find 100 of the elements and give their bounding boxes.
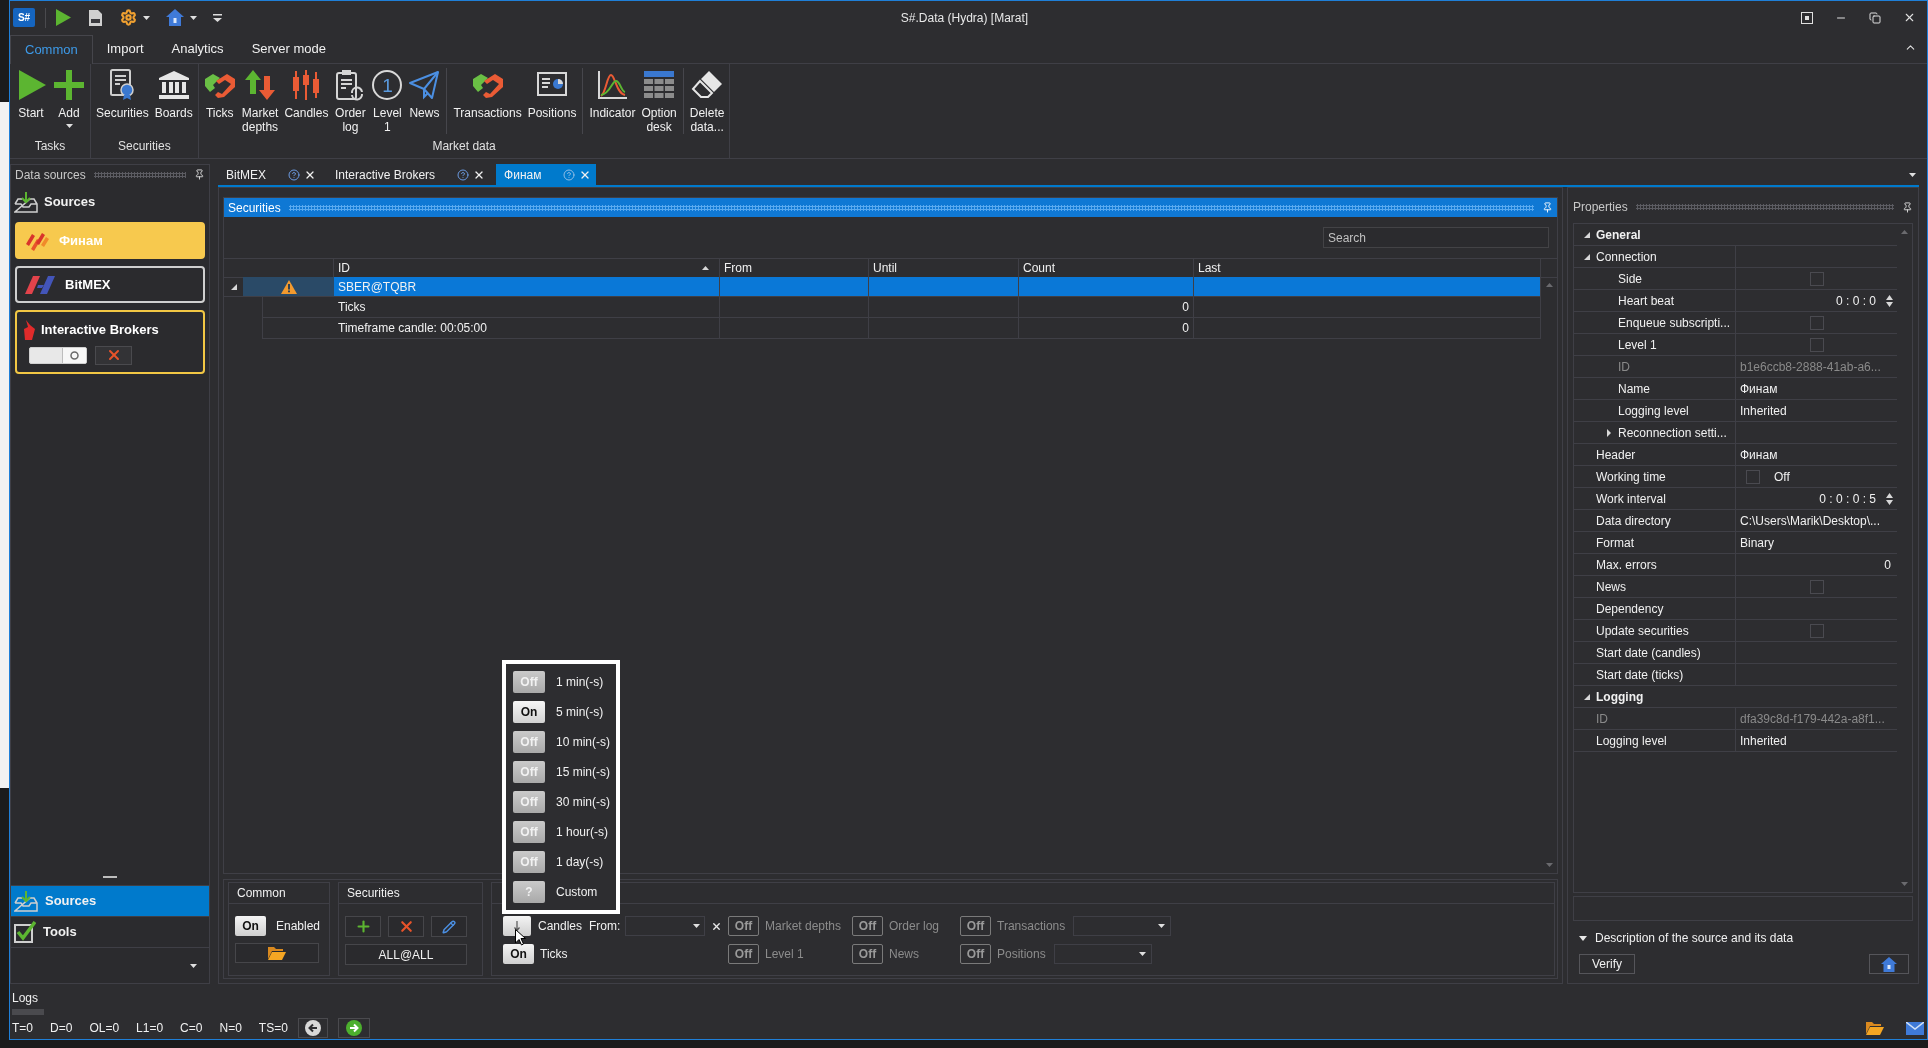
back-button[interactable]: [297, 1018, 328, 1038]
pin-icon[interactable]: [194, 169, 205, 180]
ribbon-button[interactable]: Boards: [151, 68, 196, 120]
pencil-icon: [442, 919, 456, 934]
restore-icon[interactable]: [1869, 11, 1881, 24]
source-name: BitMEX: [65, 275, 111, 294]
property-value: 0: [1884, 556, 1891, 574]
dropdown-caret-icon[interactable]: [190, 963, 197, 968]
edit-button[interactable]: [431, 916, 467, 937]
timeframe-label: 1 hour(-s): [556, 824, 608, 841]
scroll-down-icon[interactable]: [1545, 863, 1553, 867]
toggle-switch[interactable]: [29, 346, 87, 364]
delete-button[interactable]: [95, 345, 132, 365]
tabs-dropdown-icon[interactable]: [1909, 172, 1916, 177]
help-icon[interactable]: [457, 168, 470, 181]
ribbon-button[interactable]: Add: [50, 68, 88, 128]
delete-button[interactable]: [388, 916, 424, 937]
scroll-up-icon[interactable]: [1901, 230, 1908, 234]
ribbon-tab[interactable]: Common: [10, 35, 93, 64]
toggle-button[interactable]: Off: [728, 916, 759, 936]
counter-label: T=0: [12, 1020, 33, 1037]
pin-icon[interactable]: [1902, 201, 1913, 213]
open-folder-button[interactable]: [235, 943, 319, 963]
nav-item[interactable]: Sources: [11, 885, 209, 916]
toggle-button[interactable]: Off: [728, 944, 759, 964]
document-icon[interactable]: [89, 9, 102, 26]
clear-icon[interactable]: [711, 920, 723, 932]
ribbon-button[interactable]: Transactions: [450, 68, 525, 120]
mail-icon[interactable]: [1906, 1021, 1924, 1035]
ribbon-tab[interactable]: Analytics: [157, 34, 238, 63]
counter-label: C=0: [180, 1020, 203, 1037]
toggle-button[interactable]: On: [513, 701, 545, 723]
ribbon-button[interactable]: Positions: [524, 68, 580, 120]
folder-icon[interactable]: [1866, 1021, 1884, 1035]
source-card[interactable]: Interactive Brokers: [15, 310, 205, 374]
expanded-arrow-icon[interactable]: [1584, 231, 1590, 238]
checkbox[interactable]: [1746, 469, 1760, 484]
ribbon-button[interactable]: Indicator: [586, 68, 639, 120]
toggle-button[interactable]: Off: [960, 944, 991, 964]
dropdown-field[interactable]: [1073, 916, 1172, 936]
toggle-button[interactable]: On: [235, 916, 266, 936]
ribbon-button[interactable]: Order log: [331, 68, 370, 134]
scroll-up-icon[interactable]: [1545, 283, 1553, 287]
ribbon-button[interactable]: Start: [12, 68, 50, 120]
source-card[interactable]: BitMEX: [15, 266, 205, 303]
date-field[interactable]: [625, 916, 706, 936]
expanded-arrow-icon[interactable]: [1584, 693, 1590, 700]
toggle-button[interactable]: Off: [852, 944, 883, 964]
arrow-right-icon: [345, 1020, 362, 1036]
property-value: Финам: [1740, 380, 1778, 398]
close-icon[interactable]: [1903, 11, 1916, 24]
house-icon[interactable]: [166, 9, 184, 26]
gear-icon[interactable]: [120, 9, 137, 26]
help-button[interactable]: [1869, 954, 1909, 974]
data-type-label: Level 1: [765, 946, 804, 963]
pin-icon[interactable]: [1542, 202, 1553, 213]
ribbon-button[interactable]: Ticks: [200, 68, 239, 120]
dropdown-field[interactable]: [1053, 944, 1152, 964]
customize-icon[interactable]: [213, 13, 222, 22]
ribbon-tab[interactable]: Import: [92, 34, 158, 63]
forward-button[interactable]: [337, 1018, 370, 1038]
window-title: S#.Data (Hydra) [Marat]: [900, 9, 1029, 27]
expanded-arrow-icon[interactable]: [1579, 935, 1587, 941]
toggle-button[interactable]: Off: [852, 916, 883, 936]
scroll-down-icon[interactable]: [1901, 882, 1908, 886]
ribbon-button[interactable]: Securities: [93, 68, 152, 120]
spinner-arrows-icon[interactable]: [1885, 492, 1893, 505]
document-tab[interactable]: Interactive Brokers: [327, 164, 491, 185]
search-field[interactable]: Search: [1323, 227, 1549, 248]
toggle-button[interactable]: Off: [960, 916, 991, 936]
filter-field[interactable]: ALL@ALL: [345, 944, 467, 965]
verify-button[interactable]: Verify: [1579, 954, 1635, 974]
property-value: 0 : 0 : 0 : 5: [1819, 490, 1877, 508]
ribbon-button[interactable]: Candles: [281, 68, 332, 120]
ribbon-button[interactable]: 1 Level 1: [369, 68, 406, 134]
data-type-label: Order log: [889, 918, 940, 935]
spinner-arrows-icon[interactable]: [1885, 294, 1893, 307]
ribbon-button[interactable]: Delete data...: [686, 68, 728, 134]
toggle-button[interactable]: On: [503, 944, 534, 964]
counter-label: N=0: [219, 1020, 242, 1037]
ribbon-button[interactable]: News: [405, 68, 444, 120]
checkbox[interactable]: [1809, 271, 1824, 286]
play-icon[interactable]: [56, 9, 71, 26]
nav-item[interactable]: Tools: [11, 916, 209, 947]
document-tab[interactable]: BitMEX: [218, 164, 321, 185]
help-icon[interactable]: [288, 168, 300, 181]
collapsed-arrow-icon[interactable]: [1607, 428, 1611, 437]
checkbox[interactable]: [1809, 623, 1824, 638]
fullscreen-icon[interactable]: [1801, 11, 1813, 24]
expanded-arrow-icon[interactable]: [1584, 253, 1590, 260]
add-button[interactable]: [345, 916, 381, 937]
property-label: Update securities: [1596, 622, 1689, 640]
expanded-arrow-icon[interactable]: [230, 283, 237, 290]
counter-label: OL=0: [89, 1020, 120, 1037]
checkbox[interactable]: [1809, 315, 1824, 330]
ribbon-button[interactable]: Option desk: [638, 68, 680, 134]
ribbon-tab[interactable]: Server mode: [237, 34, 341, 63]
checkbox[interactable]: [1809, 337, 1824, 352]
checkbox[interactable]: [1809, 579, 1824, 594]
ribbon-button[interactable]: Market depths: [238, 68, 282, 134]
